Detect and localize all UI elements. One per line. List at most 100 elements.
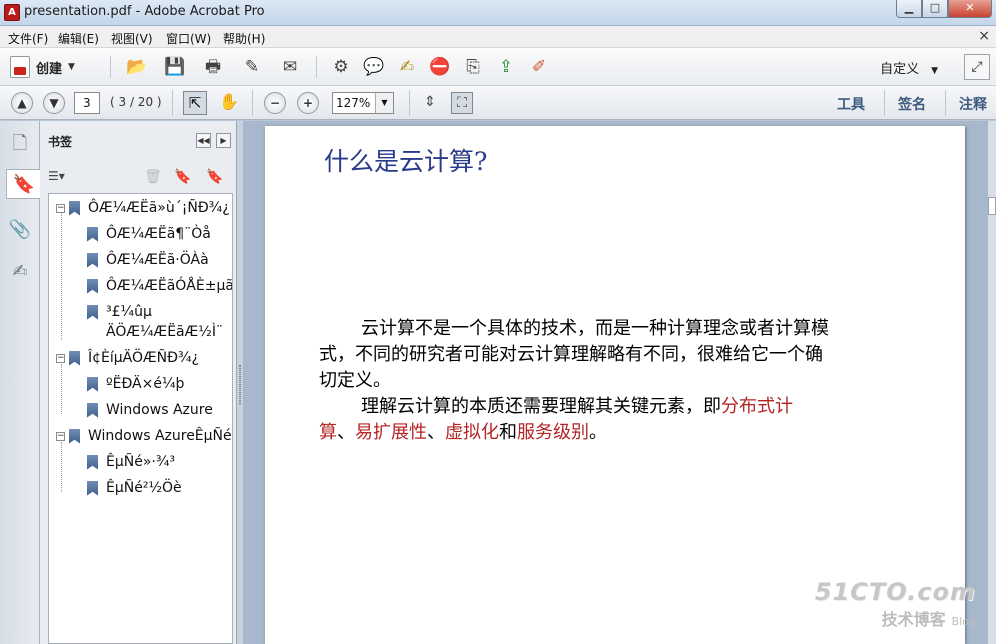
site-watermark: 51CTO.com 技术博客 Blog [815, 578, 976, 630]
sign-panel-link[interactable]: 签名 [898, 94, 926, 114]
bookmark-item[interactable]: Windows Azure [87, 399, 213, 421]
zoom-out-button[interactable]: − [264, 92, 286, 114]
navigation-pane-strip: 🗋 🔖 📎 ✍ [0, 121, 41, 644]
settings-gear-icon[interactable]: ⚙ [330, 56, 352, 78]
attachments-paperclip-icon[interactable]: 📎 [6, 215, 34, 245]
open-folder-icon[interactable]: 📂 [126, 56, 148, 78]
select-tool-icon[interactable]: ⇱ [183, 91, 207, 115]
key-term: 易扩展性 [355, 422, 427, 443]
bookmark-item[interactable]: ÔÆ¼ÆËãÓÅÈ±µã [87, 275, 233, 297]
bookmark-label-continuation[interactable]: ÄÖÆ¼ÆËãÆ½Ì¨ [106, 321, 223, 343]
customize-dropdown[interactable]: 自定义 ▼ [880, 58, 938, 77]
redact-icon[interactable]: ⛔ [429, 56, 451, 78]
pdf-page: 什么是云计算? 云计算不是一个具体的技术，而是一种计算理念或者计算模 式，不同的… [265, 126, 965, 644]
bookmark-item[interactable]: − Windows AzureÊµÑé [56, 425, 232, 447]
bookmark-item[interactable]: ÊµÑé»·¾³ [87, 451, 175, 473]
collapse-toggle-icon[interactable]: − [56, 353, 65, 363]
bookmark-label: ÔÆ¼ÆËãÓÅÈ±µã [106, 278, 233, 294]
close-document-icon[interactable]: × [978, 28, 990, 44]
bookmark-item[interactable]: ³£¼ûµ [87, 301, 152, 323]
save-icon[interactable]: 💾 [164, 56, 186, 78]
bookmark-item[interactable]: ºËÐÄ×é¼þ [87, 373, 184, 395]
previous-page-button[interactable]: ▲ [11, 92, 33, 114]
watermark-subtitle: 技术博客 [881, 610, 946, 629]
bookmarks-icon[interactable]: 🔖 [6, 169, 41, 199]
zoom-select[interactable]: 127% ▼ [332, 92, 394, 114]
toolbar-divider [316, 56, 317, 78]
email-icon[interactable]: ✉ [279, 56, 301, 78]
print-icon[interactable]: 🖶 [202, 56, 224, 78]
edit-document-icon[interactable]: ✎ [241, 56, 263, 78]
zoom-in-button[interactable]: + [297, 92, 319, 114]
toolbar-divider [252, 90, 253, 116]
expand-full-screen-icon[interactable]: ⤢ [964, 54, 990, 80]
new-bookmark-icon[interactable]: 🔖 [174, 169, 192, 187]
paragraph-text: 理解云计算的本质还需要理解其关键元素，即 [361, 396, 721, 417]
tools-panel-link[interactable]: 工具 [837, 94, 865, 114]
bookmark-label: ÄÖÆ¼ÆËãÆ½Ì¨ [106, 324, 223, 340]
bookmark-item[interactable]: − ÔÆ¼ÆËã»ù´¡ÑÐ¾¿ [56, 197, 230, 219]
maximize-button[interactable]: □ [922, 0, 948, 18]
fit-page-icon[interactable]: ⛶ [451, 92, 473, 114]
key-term: 算 [319, 422, 337, 443]
panel-options-arrow-icon[interactable]: ▶ [216, 133, 231, 148]
create-button[interactable]: 创建 ▼ [10, 54, 75, 80]
watermark-logo-text: 51CTO.com [814, 578, 976, 606]
bookmark-label: ÔÆ¼ÆËã·ÖÀà [106, 252, 209, 268]
menu-help[interactable]: 帮助(H) [223, 30, 265, 47]
bookmark-options-menu-icon[interactable]: ☰▾ [48, 169, 74, 187]
close-button[interactable]: ✕ [948, 0, 992, 18]
page-thumbnails-icon[interactable]: 🗋 [6, 129, 34, 159]
hand-tool-icon[interactable]: ✋ [217, 91, 241, 115]
comment-panel-link[interactable]: 注释 [959, 94, 987, 114]
bookmark-item[interactable]: ÔÆ¼ÆËã¶¨Òå [87, 223, 211, 245]
navigation-toolbar: ▲ ▼ 3 ( 3 / 20 ) ⇱ ✋ − + 127% ▼ ⇕ ⛶ 工具 签… [0, 86, 996, 120]
bookmark-icon [87, 304, 98, 320]
signatures-icon[interactable]: ✍ [6, 257, 34, 287]
bookmark-tree: − ÔÆ¼ÆËã»ù´¡ÑÐ¾¿ ÔÆ¼ÆËã¶¨Òå ÔÆ¼ÆËã·ÖÀà ÔÆ… [48, 193, 233, 644]
bookmark-label: Î¢ÈíµÄÖÆÑÐ¾¿ [88, 350, 199, 366]
menu-window[interactable]: 窗口(W) [166, 30, 211, 47]
splitter-grip[interactable] [239, 365, 241, 405]
menu-file[interactable]: 文件(F) [8, 30, 48, 47]
collapse-toggle-icon[interactable]: − [56, 203, 65, 213]
review-icon[interactable]: ⎘ [462, 56, 484, 78]
vertical-scrollbar[interactable] [988, 121, 996, 644]
main-toolbar: 创建 ▼ 📂 💾 🖶 ✎ ✉ ⚙ 💬 ✍ ⛔ ⎘ ⇪ ✐ 自定义 ▼ ⤢ [0, 48, 996, 86]
paragraph-line: 理解云计算的本质还需要理解其关键元素，即分布式计 [319, 394, 919, 420]
bookmark-icon [87, 402, 98, 418]
scrollbar-thumb[interactable] [988, 197, 996, 215]
tree-guide [61, 442, 62, 492]
document-viewport[interactable]: 什么是云计算? 云计算不是一个具体的技术，而是一种计算理念或者计算模 式，不同的… [243, 121, 996, 644]
bookmark-item[interactable]: ÊµÑé²½Öè [87, 477, 182, 499]
bookmark-icon [87, 252, 98, 268]
menu-edit[interactable]: 编辑(E) [58, 30, 99, 47]
menu-view[interactable]: 视图(V) [111, 30, 153, 47]
next-page-button[interactable]: ▼ [43, 92, 65, 114]
bookmark-label: ÔÆ¼ÆËã»ù´¡ÑÐ¾¿ [88, 200, 230, 216]
sign-document-icon[interactable]: ✐ [528, 56, 550, 78]
collapse-panel-icon[interactable]: ◀◀ [196, 133, 211, 148]
bookmark-icon [87, 480, 98, 496]
tree-guide [61, 364, 62, 414]
bookmark-item[interactable]: − Î¢ÈíµÄÖÆÑÐ¾¿ [56, 347, 199, 369]
bookmark-icon [69, 428, 80, 444]
expand-bookmark-icon[interactable]: 🔖 [206, 169, 224, 187]
delete-bookmark-icon[interactable]: 🗑 [144, 169, 162, 187]
collapse-toggle-icon[interactable]: − [56, 431, 65, 441]
chevron-down-icon[interactable]: ▼ [375, 93, 393, 113]
export-icon[interactable]: ⇪ [495, 56, 517, 78]
paragraph-line: 算、易扩展性、虚拟化和服务级别。 [319, 420, 919, 446]
toolbar-divider [409, 90, 410, 116]
minimize-button[interactable]: ▁ [896, 0, 922, 18]
highlight-text-icon[interactable]: ✍ [396, 56, 418, 78]
create-label: 创建 [36, 61, 63, 77]
page-number-input[interactable]: 3 [74, 92, 100, 114]
comment-bubble-icon[interactable]: 💬 [363, 56, 385, 78]
acrobat-app-icon[interactable]: A [4, 4, 20, 21]
bookmarks-panel: 书签 ◀◀ ▶ ☰▾ 🗑 🔖 🔖 − ÔÆ¼ÆËã»ù´¡ÑÐ¾¿ ÔÆ¼ÆËã¶… [40, 121, 237, 644]
fit-width-icon[interactable]: ⇕ [419, 92, 441, 114]
paragraph-line: 式，不同的研究者可能对云计算理解略有不同，很难给它一个确 [319, 344, 823, 365]
bookmark-item[interactable]: ÔÆ¼ÆËã·ÖÀà [87, 249, 209, 271]
bookmark-label: ÊµÑé²½Öè [106, 480, 182, 496]
